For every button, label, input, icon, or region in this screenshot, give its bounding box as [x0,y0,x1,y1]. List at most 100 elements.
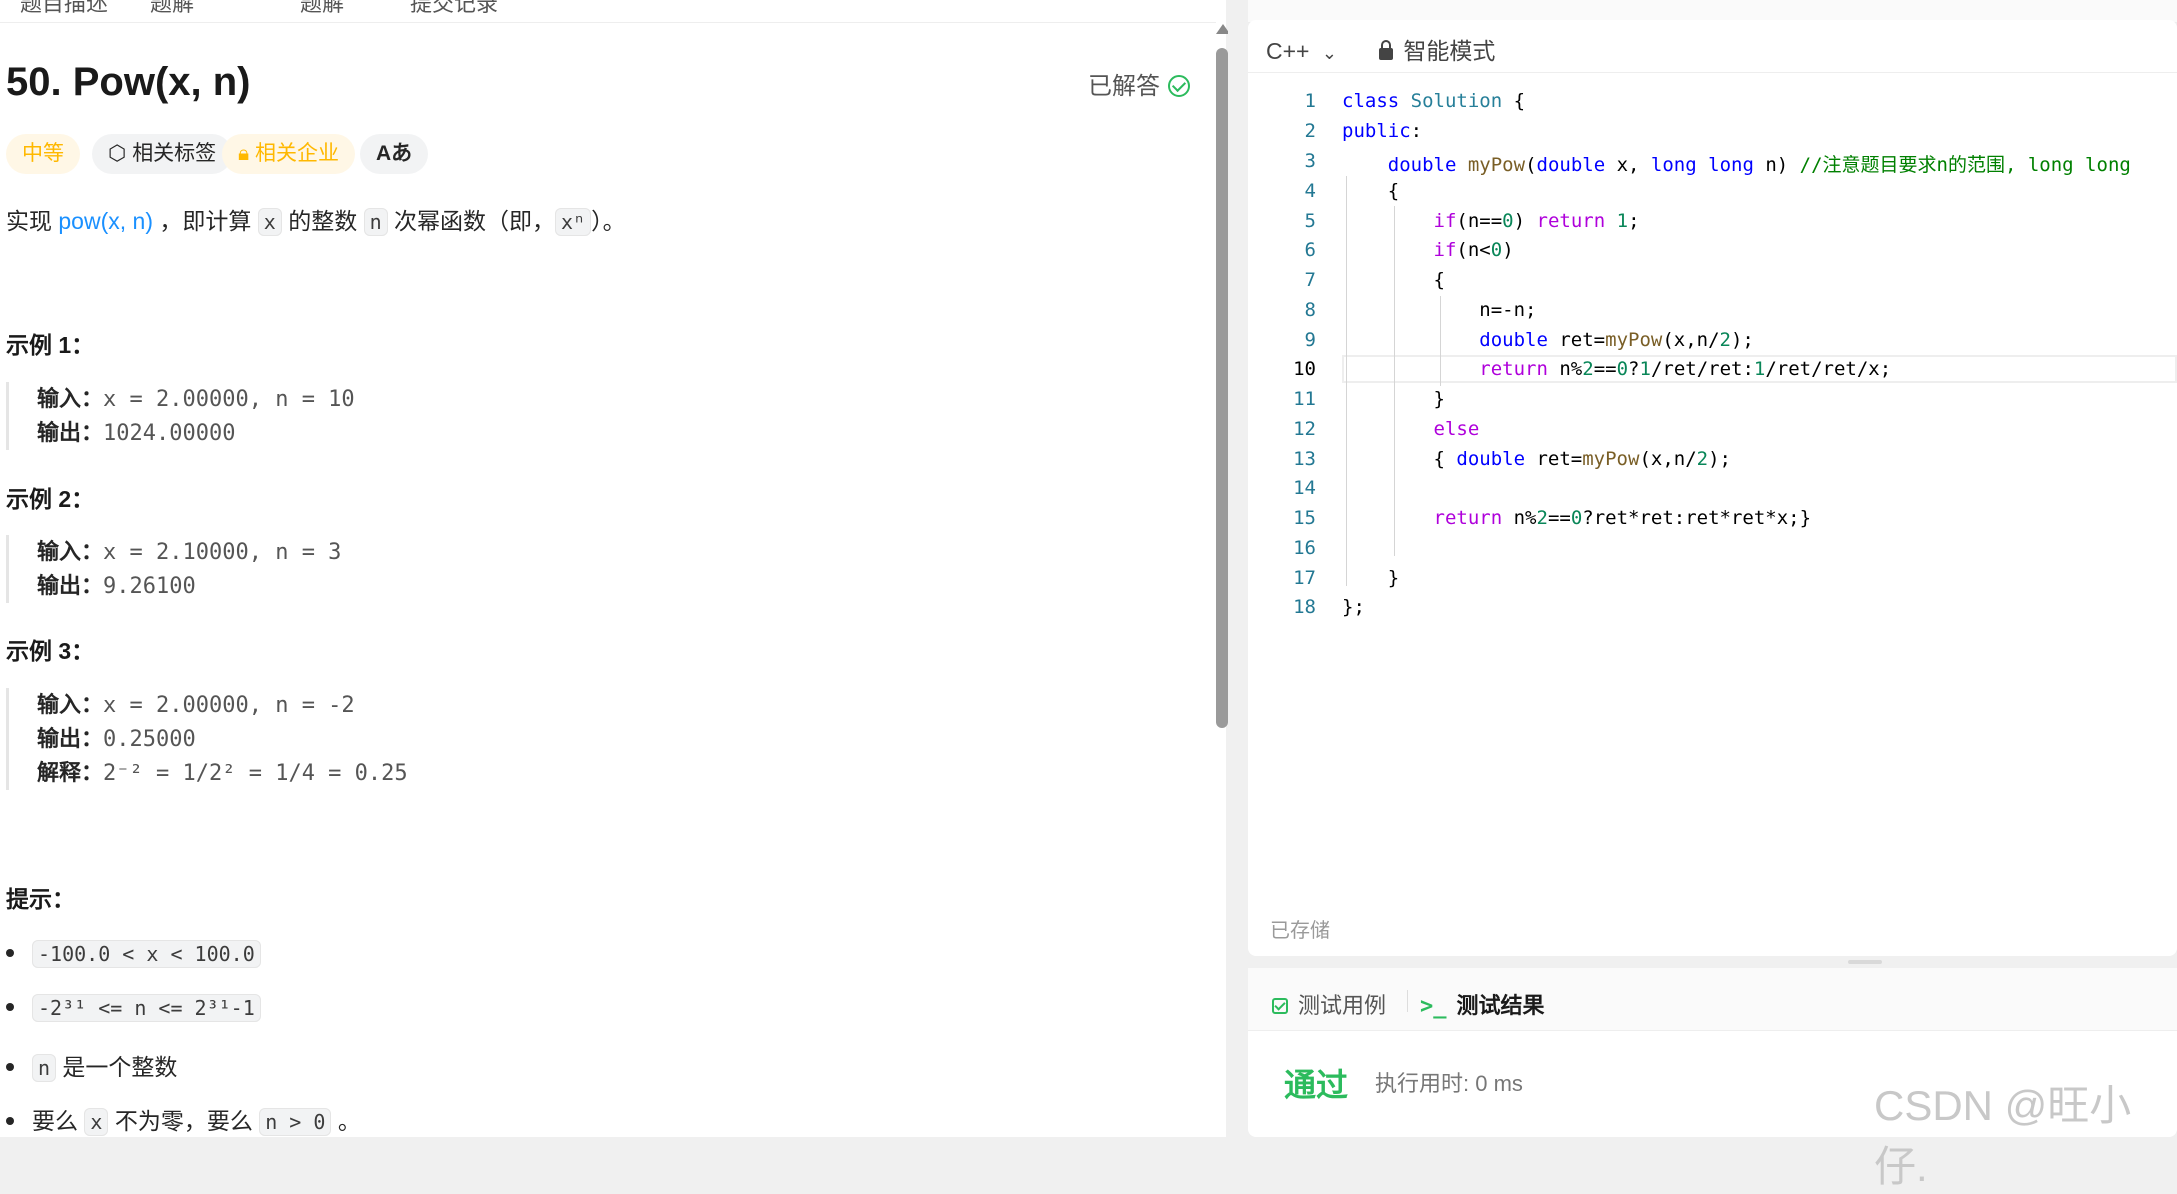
tab-result-label: 测试结果 [1456,993,1545,1018]
problem-description: 实现 pow(x, n) ，即计算 x 的整数 n 次幂函数（即， xⁿ）。 [6,202,626,236]
tab-description[interactable]: 题目描述 [20,0,108,18]
code-line[interactable]: n=-n; [1342,299,1536,321]
output-label: 输出： [37,726,104,751]
line-number: 11 [1293,388,1316,410]
desc-text: 次幂函数（即， [387,208,556,234]
line-number: 16 [1293,537,1316,559]
line-number: 7 [1304,269,1316,291]
companies-tag-button[interactable]: 🔒︎ 相关企业 [222,134,356,174]
hint-code: -100.0 < x < 100.0 [32,940,261,968]
checkbox-icon [1272,998,1288,1014]
tab-testcase[interactable]: 测试用例 [1272,988,1386,1020]
code-line[interactable]: double myPow(double x, long long n) //注意… [1342,150,2131,177]
hint-code: x [84,1108,109,1136]
runtime-label: 执行用时: 0 ms [1375,1071,1523,1096]
hint-code: n > 0 [259,1108,332,1136]
example-3-block: 输入：x = 2.00000, n = -2 输出：0.25000 解释：2⁻²… [6,688,837,790]
code-line[interactable]: double ret=myPow(x,n/2); [1342,329,1754,351]
line-number: 5 [1304,210,1316,232]
example-output: 0.25000 [103,727,196,752]
example-1-heading: 示例 1： [6,332,95,358]
problem-tabs-bar: 题目描述 题解 题解 提交记录 [0,0,1216,23]
translate-icon: Aあ [376,142,413,165]
line-number: 15 [1293,507,1316,529]
example-2-block: 输入：x = 2.10000, n = 3 输出：9.26100 [6,535,837,603]
desc-text: 实现 [6,208,59,234]
tab-answers[interactable]: 题解 [300,0,344,18]
resize-handle[interactable] [1848,960,1882,964]
watermark: CSDN @旺小仔. [1874,1082,2132,1190]
saved-status: 已存储 [1270,920,1330,942]
code-line[interactable]: public: [1342,120,1422,142]
line-number: 18 [1293,596,1316,618]
translate-button[interactable]: Aあ [360,134,429,174]
line-number: 4 [1304,180,1316,202]
line-number: 6 [1304,239,1316,261]
hint-text: 不为零，要么 [108,1108,260,1134]
pow-link[interactable]: pow(x, n) [58,208,153,234]
example-output: 9.26100 [103,574,196,599]
output-label: 输出： [37,420,104,445]
companies-label: 相关企业 [255,142,340,165]
line-number: 14 [1293,477,1316,499]
mode-label[interactable]: 智能模式 [1403,38,1495,64]
result-status: 通过 [1284,1067,1349,1103]
language-select[interactable]: C++ [1266,38,1309,64]
terminal-icon: >_ [1420,994,1447,1019]
left-scrollbar-thumb[interactable] [1216,48,1228,728]
line-number: 13 [1293,448,1316,470]
inline-code: n [363,208,388,236]
code-line[interactable]: if(n==0) return 1; [1342,210,1640,232]
hint-item: -100.0 < x < 100.0 [6,940,261,968]
desc-text: 的整数 [281,208,364,234]
desc-text: ，即计算 [152,208,258,234]
hint-item: 要么 x 不为零，要么 n > 0 。 [6,1102,361,1136]
tab-result[interactable]: >_ 测试结果 [1420,988,1545,1020]
check-circle-icon [1168,75,1190,97]
example-input: x = 2.00000, n = -2 [103,693,355,718]
code-line[interactable]: { double ret=myPow(x,n/2); [1342,448,1731,470]
desc-text: ）。 [591,208,626,234]
toolbar-divider [1248,72,2177,73]
example-output: 1024.00000 [103,421,236,446]
hints-heading: 提示： [6,886,75,912]
example-input: x = 2.10000, n = 3 [103,540,342,565]
code-line[interactable]: else [1342,418,1480,440]
hint-code: -2³¹ <= n <= 2³¹-1 [32,994,261,1022]
panel-divider[interactable] [1228,0,1248,1137]
code-line[interactable]: { [1342,269,1445,291]
code-line[interactable]: return n%2==0?1/ret/ret:1/ret/ret/x; [1342,358,1891,380]
code-line[interactable]: class Solution { [1342,90,1525,112]
code-line[interactable]: } [1342,567,1399,589]
code-line[interactable]: } [1342,388,1445,410]
code-line[interactable]: { [1342,180,1399,202]
hint-code: n [32,1054,57,1082]
output-label: 输出： [37,573,104,598]
topics-tag-button[interactable]: ⬡ 相关标签 [92,134,233,174]
chevron-down-icon[interactable]: ⌄ [1322,43,1337,63]
line-number: 3 [1304,150,1316,172]
problem-title: 50. Pow(x, n) [6,60,251,104]
code-line[interactable] [1342,477,1353,499]
example-2-heading: 示例 2： [6,486,95,512]
code-line[interactable]: }; [1342,596,1365,618]
example-1-block: 输入：x = 2.00000, n = 10 输出：1024.00000 [6,382,837,450]
input-label: 输入： [37,386,104,411]
lock-icon [1379,40,1394,60]
hint-item: n 是一个整数 [6,1048,177,1082]
tab-testcase-label: 测试用例 [1298,993,1387,1018]
editor-toolbar: C++ ⌄ 智能模式 [1266,32,1495,66]
line-number: 1 [1304,90,1316,112]
difficulty-badge: 中等 [6,134,80,174]
tab-solutions[interactable]: 题解 [150,0,194,18]
inline-code: x [257,208,282,236]
solved-status: 已解答 [1088,66,1190,101]
code-line[interactable]: if(n<0) [1342,239,1514,261]
hint-text: 是一个整数 [56,1054,178,1080]
code-line[interactable]: return n%2==0?ret*ret:ret*ret*x;} [1342,507,1812,529]
code-line[interactable] [1342,537,1353,559]
input-label: 输入： [37,539,104,564]
example-input: x = 2.00000, n = 10 [103,387,355,412]
tab-submissions[interactable]: 提交记录 [410,0,498,18]
lock-icon: 🔒︎ [238,142,250,165]
